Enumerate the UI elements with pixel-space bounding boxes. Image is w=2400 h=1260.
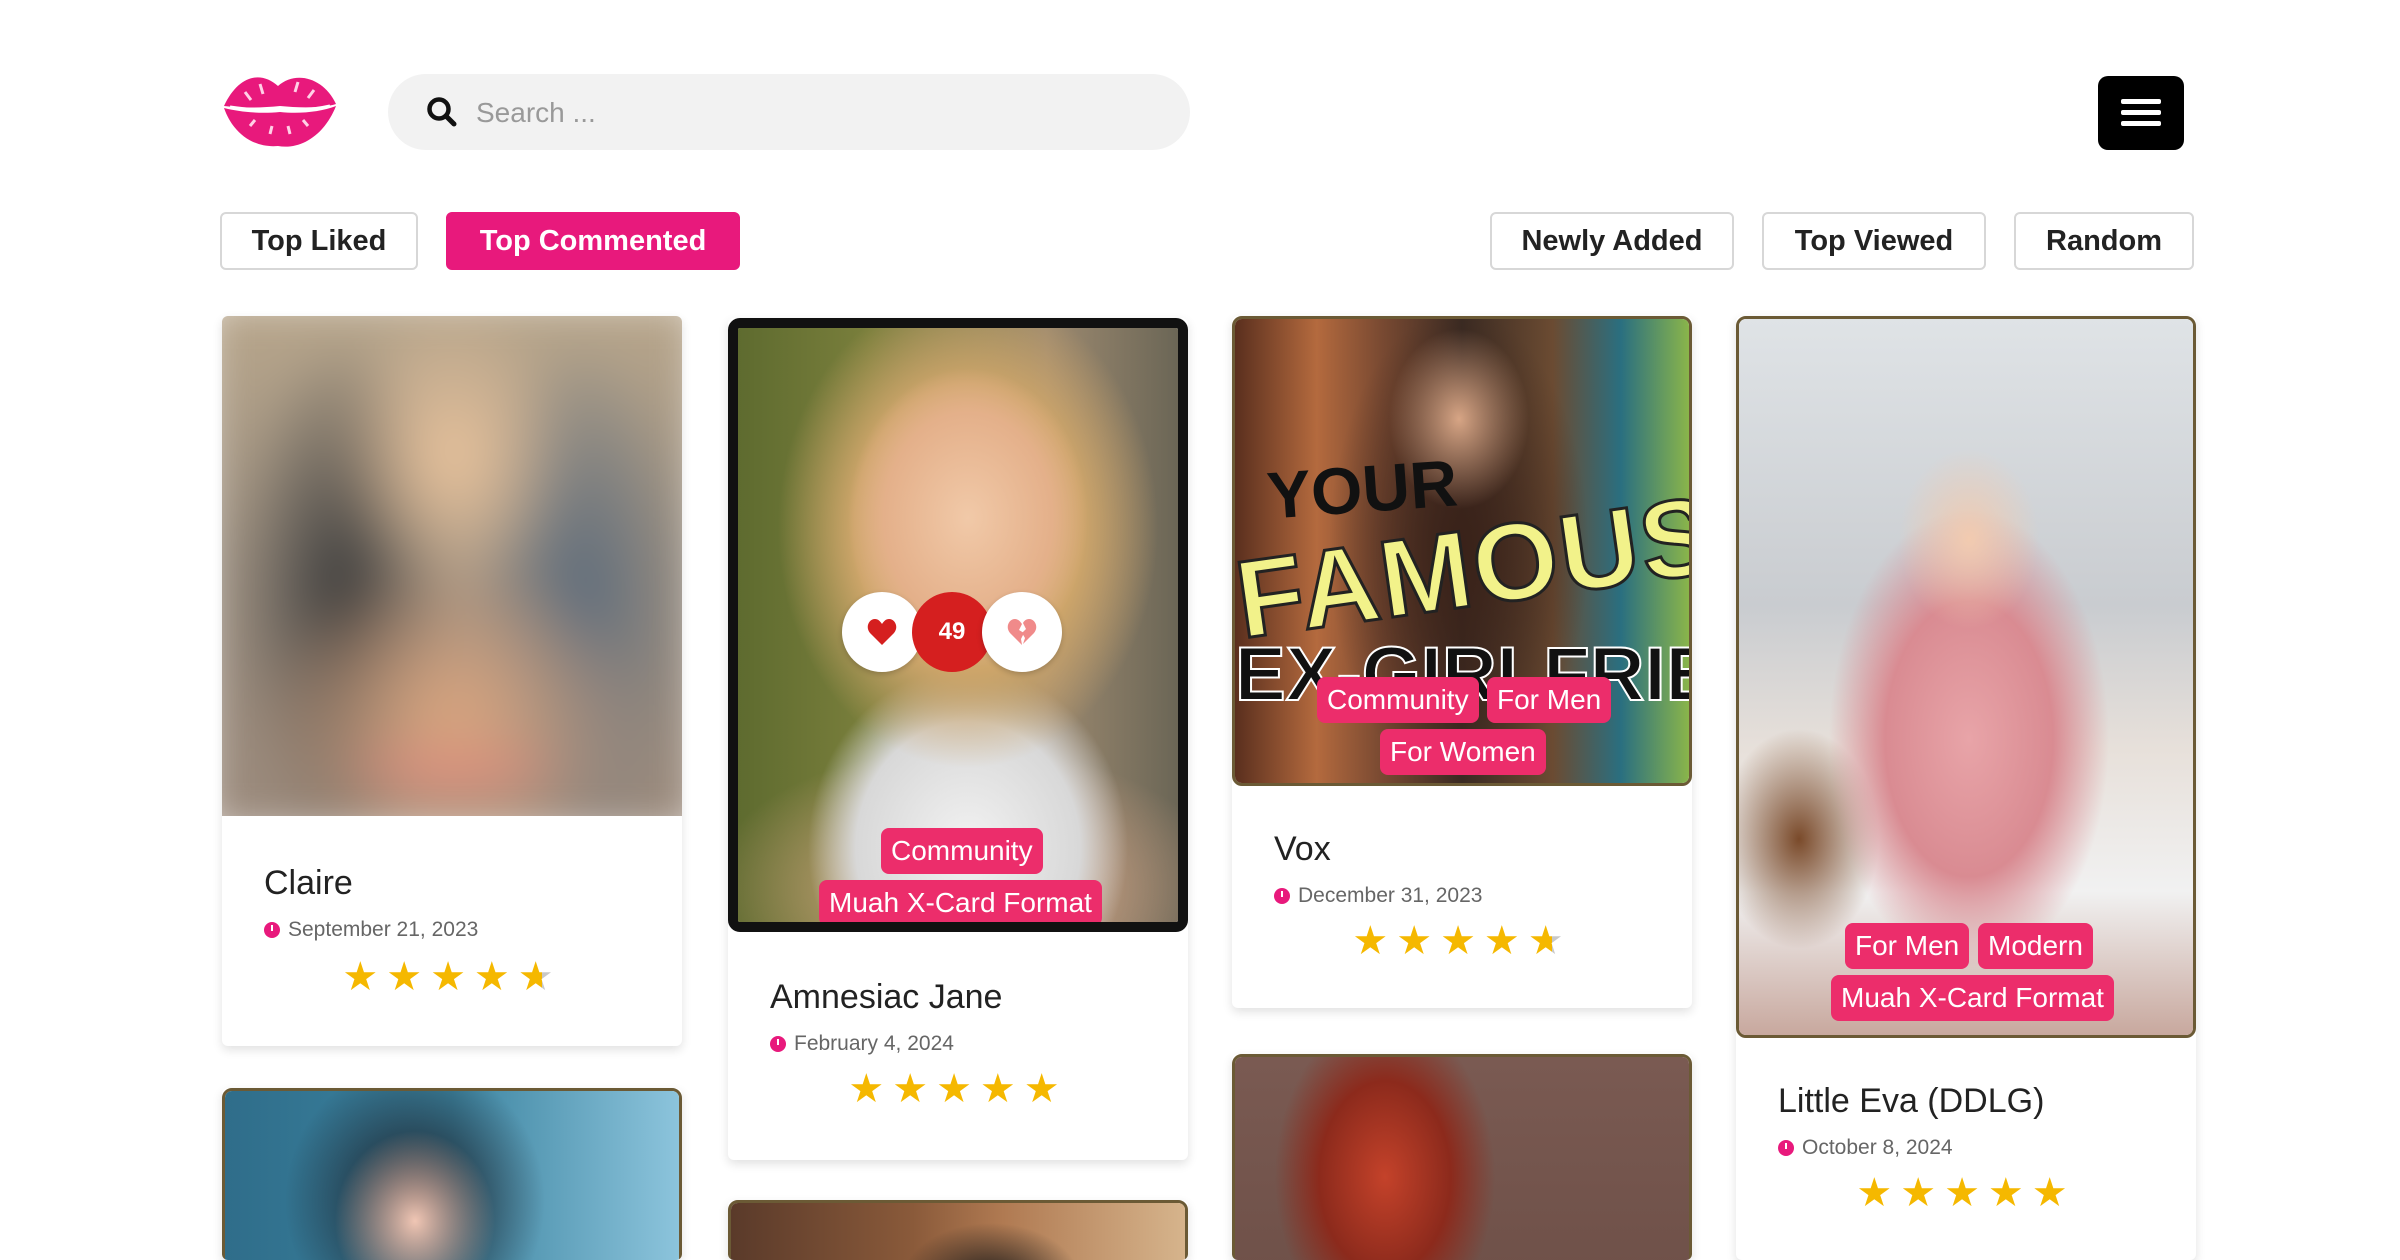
character-card[interactable]: Claire September 21, 2023 ★★★★★ bbox=[222, 316, 682, 1046]
character-card[interactable] bbox=[222, 1088, 682, 1260]
filter-top-liked[interactable]: Top Liked bbox=[220, 212, 418, 270]
broken-heart-icon bbox=[1007, 619, 1037, 645]
character-card[interactable]: 49 Community Muah X-Card Format Amnesiac… bbox=[728, 318, 1188, 1160]
card-image[interactable] bbox=[728, 1200, 1188, 1260]
lips-logo-icon[interactable] bbox=[220, 66, 340, 150]
card-image[interactable] bbox=[222, 1088, 682, 1260]
tag-for-men[interactable]: For Men bbox=[1487, 677, 1612, 723]
card-image[interactable] bbox=[1232, 1054, 1692, 1260]
tag-modern[interactable]: Modern bbox=[1978, 923, 2093, 969]
tag-for-women[interactable]: For Women bbox=[1380, 729, 1546, 775]
character-card[interactable] bbox=[728, 1200, 1188, 1260]
star-rating: ★★★★★ bbox=[848, 1067, 1068, 1111]
clock-icon bbox=[264, 922, 280, 938]
dislike-button[interactable] bbox=[982, 592, 1062, 672]
star-rating: ★★★★★ bbox=[342, 955, 562, 999]
card-date: December 31, 2023 bbox=[1274, 884, 1482, 908]
star-rating: ★★★★★ bbox=[1352, 919, 1572, 963]
star-rating: ★★★★★ bbox=[1856, 1171, 2076, 1215]
hamburger-menu-icon bbox=[2121, 99, 2161, 104]
heart-icon bbox=[867, 619, 897, 645]
tag-community[interactable]: Community bbox=[881, 828, 1043, 874]
card-title[interactable]: Little Eva (DDLG) bbox=[1778, 1082, 2044, 1121]
vote-count: 49 bbox=[912, 592, 992, 672]
clock-icon bbox=[1274, 888, 1290, 904]
card-image-blurred[interactable] bbox=[222, 316, 682, 816]
tag-muah-x-card-format[interactable]: Muah X-Card Format bbox=[819, 880, 1102, 922]
filter-top-viewed[interactable]: Top Viewed bbox=[1762, 212, 1986, 270]
character-card[interactable]: For Men Modern Muah X-Card Format Little… bbox=[1736, 316, 2196, 1260]
clock-icon bbox=[1778, 1140, 1794, 1156]
search-input[interactable] bbox=[474, 88, 1158, 138]
image-text: YOUR FAMOUS EX-GIRLFRIEND bbox=[1232, 445, 1692, 717]
like-button[interactable] bbox=[842, 592, 922, 672]
filter-newly-added[interactable]: Newly Added bbox=[1490, 212, 1734, 270]
filter-top-commented[interactable]: Top Commented bbox=[446, 212, 740, 270]
clock-icon bbox=[770, 1036, 786, 1052]
character-card[interactable] bbox=[1232, 1054, 1692, 1260]
search-icon bbox=[427, 97, 457, 127]
card-date: September 21, 2023 bbox=[264, 918, 478, 942]
card-date: October 8, 2024 bbox=[1778, 1136, 1953, 1160]
menu-button[interactable] bbox=[2098, 76, 2184, 150]
search-bar[interactable] bbox=[388, 74, 1190, 150]
card-title[interactable]: Vox bbox=[1274, 830, 1331, 869]
character-card[interactable]: YOUR FAMOUS EX-GIRLFRIEND Community For … bbox=[1232, 316, 1692, 1008]
filter-random[interactable]: Random bbox=[2014, 212, 2194, 270]
card-title[interactable]: Amnesiac Jane bbox=[770, 978, 1002, 1017]
card-title[interactable]: Claire bbox=[264, 864, 353, 903]
card-image[interactable]: 49 Community Muah X-Card Format bbox=[728, 318, 1188, 932]
tag-muah-x-card-format[interactable]: Muah X-Card Format bbox=[1831, 975, 2114, 1021]
card-date: February 4, 2024 bbox=[770, 1032, 954, 1056]
tag-for-men[interactable]: For Men bbox=[1845, 923, 1970, 969]
card-image[interactable]: For Men Modern Muah X-Card Format bbox=[1736, 316, 2196, 1038]
card-image[interactable]: YOUR FAMOUS EX-GIRLFRIEND Community For … bbox=[1232, 316, 1692, 786]
tag-community[interactable]: Community bbox=[1317, 677, 1479, 723]
